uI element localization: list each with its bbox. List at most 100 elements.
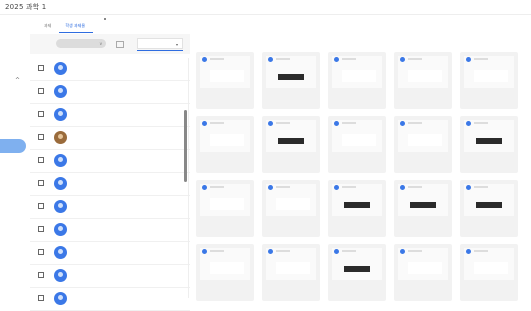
card-thumbnail: [398, 56, 448, 88]
submission-card[interactable]: [328, 116, 386, 173]
submission-card[interactable]: [460, 52, 518, 109]
avatar: [466, 185, 471, 190]
thumbnail-doc: [474, 70, 508, 82]
submission-card[interactable]: [196, 52, 254, 109]
active-nav-pill[interactable]: [0, 139, 26, 153]
student-row[interactable]: [30, 196, 190, 219]
student-row[interactable]: [30, 265, 190, 288]
submission-card[interactable]: [262, 180, 320, 237]
submission-card[interactable]: [394, 244, 452, 301]
list-scrollbar[interactable]: [184, 110, 187, 182]
row-checkbox[interactable]: [38, 180, 44, 186]
student-row[interactable]: [30, 58, 190, 81]
card-title-line: [276, 58, 290, 60]
tab-student-work[interactable]: 학생 과제물: [59, 20, 94, 33]
student-row[interactable]: [30, 288, 190, 311]
submission-card[interactable]: [394, 52, 452, 109]
card-title-line: [408, 122, 422, 124]
thumbnail-doc: [408, 70, 442, 82]
row-checkbox[interactable]: [38, 134, 44, 140]
submission-card[interactable]: [328, 52, 386, 109]
avatar: [202, 249, 207, 254]
submission-card[interactable]: [460, 244, 518, 301]
submission-card[interactable]: [394, 180, 452, 237]
submission-card[interactable]: [196, 116, 254, 173]
card-title-line: [474, 122, 488, 124]
card-thumbnail: [266, 248, 316, 280]
card-title-line: [276, 186, 290, 188]
thumbnail-doc: [342, 134, 376, 146]
left-rail: ^: [0, 15, 30, 298]
card-thumbnail: [398, 120, 448, 152]
student-row[interactable]: [30, 104, 190, 127]
thumbnail-doc: [210, 198, 244, 210]
thumbnail-doc: [408, 134, 442, 146]
avatar: [400, 121, 405, 126]
row-checkbox[interactable]: [38, 249, 44, 255]
student-row[interactable]: [30, 242, 190, 265]
card-title-line: [474, 186, 488, 188]
tab-assignment[interactable]: 과제: [38, 20, 59, 32]
card-title-line: [210, 186, 224, 188]
chevron-down-icon: ▾: [175, 42, 178, 47]
submission-card[interactable]: [394, 116, 452, 173]
avatar: [268, 249, 273, 254]
sort-select[interactable]: ▾: [137, 38, 183, 49]
row-checkbox[interactable]: [38, 88, 44, 94]
submission-card[interactable]: [262, 244, 320, 301]
submission-card[interactable]: [262, 116, 320, 173]
thumbnail-image: [278, 74, 304, 80]
row-checkbox[interactable]: [38, 295, 44, 301]
card-thumbnail: [266, 120, 316, 152]
row-checkbox[interactable]: [38, 203, 44, 209]
student-row[interactable]: [30, 127, 190, 150]
filter-row: v ▾: [30, 34, 190, 54]
card-title-line: [342, 250, 356, 252]
row-checkbox[interactable]: [38, 111, 44, 117]
page-title: 2025 과학 1: [5, 3, 47, 11]
avatar: [268, 57, 273, 62]
card-title-line: [474, 250, 488, 252]
student-row[interactable]: [30, 150, 190, 173]
submission-card[interactable]: [460, 180, 518, 237]
chevron-up-icon[interactable]: ^: [15, 77, 20, 84]
student-row[interactable]: [30, 173, 190, 196]
card-thumbnail: [332, 184, 382, 216]
card-thumbnail: [464, 56, 514, 88]
avatar: [202, 185, 207, 190]
row-checkbox[interactable]: [38, 157, 44, 163]
thumbnail-image: [410, 202, 436, 208]
thumbnail-doc: [276, 198, 310, 210]
thumbnail-image: [278, 138, 304, 144]
filter-chip[interactable]: v: [56, 39, 106, 48]
submission-card[interactable]: [196, 180, 254, 237]
avatar: [202, 57, 207, 62]
row-checkbox[interactable]: [38, 226, 44, 232]
avatar: [466, 57, 471, 62]
avatar: [54, 200, 67, 213]
card-thumbnail: [200, 184, 250, 216]
card-title-line: [276, 122, 290, 124]
avatar: [54, 108, 67, 121]
row-checkbox[interactable]: [38, 272, 44, 278]
thumbnail-image: [476, 202, 502, 208]
submission-card[interactable]: [328, 244, 386, 301]
avatar: [334, 249, 339, 254]
card-thumbnail: [464, 120, 514, 152]
avatar: [268, 185, 273, 190]
thumbnail-image: [344, 202, 370, 208]
submission-card[interactable]: [460, 116, 518, 173]
submission-card[interactable]: [328, 180, 386, 237]
submission-card[interactable]: [196, 244, 254, 301]
card-thumbnail: [332, 248, 382, 280]
submission-card[interactable]: [262, 52, 320, 109]
card-thumbnail: [200, 120, 250, 152]
view-toggle-icon[interactable]: [116, 41, 124, 48]
card-title-line: [276, 250, 290, 252]
student-row[interactable]: [30, 81, 190, 104]
avatar: [54, 85, 67, 98]
student-row[interactable]: [30, 219, 190, 242]
card-thumbnail: [398, 184, 448, 216]
row-checkbox[interactable]: [38, 65, 44, 71]
thumbnail-doc: [276, 262, 310, 274]
